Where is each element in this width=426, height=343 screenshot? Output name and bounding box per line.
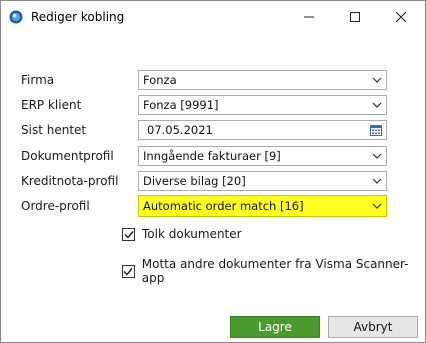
dialog-window: Rediger kobling Firma Fonza ERP klient F… — [0, 0, 426, 343]
tolk-dokumenter-label: Tolk dokumenter — [142, 227, 242, 241]
tolk-dokumenter-checkbox[interactable] — [122, 227, 135, 241]
tolk-dokumenter-checkbox-row[interactable]: Tolk dokumenter — [122, 227, 242, 241]
sist-hentet-label: Sist hentet — [21, 123, 87, 137]
firma-label: Firma — [21, 73, 55, 87]
calendar-icon[interactable] — [366, 121, 386, 139]
ordre-profil-dropdown[interactable]: Automatic order match [16] — [138, 195, 387, 217]
title-bar: Rediger kobling — [1, 1, 425, 33]
motta-dokumenter-checkbox-row[interactable]: Motta andre dokumenter fra Visma Scanner… — [122, 257, 425, 285]
erp-klient-value: Fonza [9991] — [143, 98, 219, 112]
ordre-profil-value: Automatic order match [16] — [143, 199, 304, 213]
chevron-down-icon — [368, 197, 386, 215]
maximize-icon — [350, 12, 360, 22]
close-button[interactable] — [378, 1, 424, 33]
checkmark-icon — [124, 230, 134, 239]
kreditnota-profil-label: Kreditnota-profil — [21, 174, 119, 188]
motta-dokumenter-checkbox[interactable] — [122, 264, 135, 278]
firma-value: Fonza — [143, 73, 177, 87]
dokumentprofil-value: Inngående fakturaer [9] — [143, 149, 281, 163]
checkmark-icon — [123, 267, 133, 276]
ordre-profil-label: Ordre-profil — [21, 199, 90, 213]
minimize-button[interactable] — [286, 1, 332, 33]
app-icon — [9, 10, 23, 24]
chevron-down-icon — [368, 147, 386, 165]
sist-hentet-date-picker[interactable]: 07.05.2021 — [138, 120, 387, 140]
maximize-button[interactable] — [332, 1, 378, 33]
window-title: Rediger kobling — [31, 10, 125, 24]
motta-dokumenter-label: Motta andre dokumenter fra Visma Scanner… — [141, 257, 409, 285]
kreditnota-profil-value: Diverse bilag [20] — [143, 174, 246, 188]
chevron-down-icon — [368, 71, 386, 89]
chevron-down-icon — [368, 96, 386, 114]
dokumentprofil-label: Dokumentprofil — [21, 149, 114, 163]
save-button[interactable]: Lagre — [230, 316, 320, 338]
kreditnota-profil-dropdown[interactable]: Diverse bilag [20] — [138, 171, 387, 191]
dokumentprofil-dropdown[interactable]: Inngående fakturaer [9] — [138, 146, 387, 166]
erp-klient-dropdown[interactable]: Fonza [9991] — [138, 95, 387, 115]
chevron-down-icon — [368, 172, 386, 190]
minimize-icon — [304, 16, 314, 18]
close-icon — [396, 12, 406, 22]
firma-dropdown[interactable]: Fonza — [138, 70, 387, 90]
cancel-button[interactable]: Avbryt — [328, 316, 418, 338]
sist-hentet-value: 07.05.2021 — [147, 123, 213, 137]
erp-klient-label: ERP klient — [21, 98, 82, 112]
